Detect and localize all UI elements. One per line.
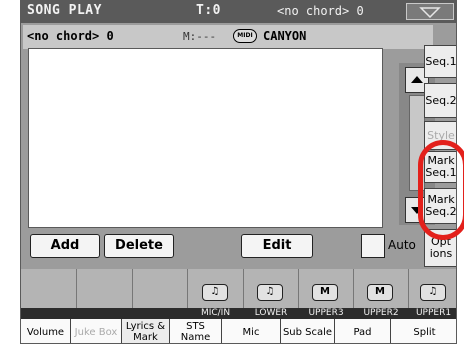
tab-mic[interactable]: Mic [221,319,280,343]
tab-sub-scale[interactable]: Sub Scale [280,319,334,343]
tab-seq1[interactable]: Seq.1 [424,45,456,78]
auto-checkbox[interactable] [361,234,385,258]
track-upper1-icon[interactable]: ♫ [420,284,446,301]
chord-readout: <no chord> 0 [277,4,364,18]
add-button[interactable]: Add [30,234,100,258]
lyrics-area[interactable] [28,48,383,228]
tab-split[interactable]: Split [390,319,456,343]
midi-icon: MIDI [233,29,257,43]
page-menu-button[interactable] [406,3,454,20]
tab-pad[interactable]: Pad [334,319,390,343]
tab-lyrics-mark[interactable]: Lyrics & Mark [121,319,169,343]
track-upper2-icon[interactable]: M [367,284,393,301]
tempo-readout: T:0 [196,3,221,18]
page-title: SONG PLAY [27,3,102,18]
highlight-ring [418,140,464,240]
channel-label-upper1: UPPER1 [415,308,452,318]
chord-display: <no chord> 0 [27,29,114,43]
song-play-screen: SONG PLAY T:0 <no chord> 0 <no chord> 0 … [20,0,457,344]
delete-button[interactable]: Delete [104,234,174,258]
track-mic-in-icon[interactable]: ♫ [202,284,228,301]
channel-label-lower: LOWER [254,308,288,318]
tab-juke-box[interactable]: Juke Box [70,319,121,343]
title-bar: SONG PLAY T:0 <no chord> 0 [21,1,456,23]
song-name: CANYON [263,29,307,43]
tab-volume[interactable]: Volume [21,319,70,343]
measure-display: M:--- [183,30,217,43]
channel-label-mic-in: MIC/IN [200,308,231,318]
song-info-bar: <no chord> 0 M:--- MIDI CANYON [23,25,433,49]
menu-arrow-icon [419,7,441,18]
track-upper3-icon[interactable]: M [312,284,338,301]
tab-seq2[interactable]: Seq.2 [424,83,456,118]
auto-label: Auto [388,238,416,252]
tab-sts-name[interactable]: STS Name [169,319,221,343]
channel-label-upper3: UPPER3 [308,308,344,318]
edit-button[interactable]: Edit [241,234,313,258]
track-lower-icon[interactable]: ♫ [257,284,283,301]
channel-label-upper2: UPPER2 [363,308,399,318]
